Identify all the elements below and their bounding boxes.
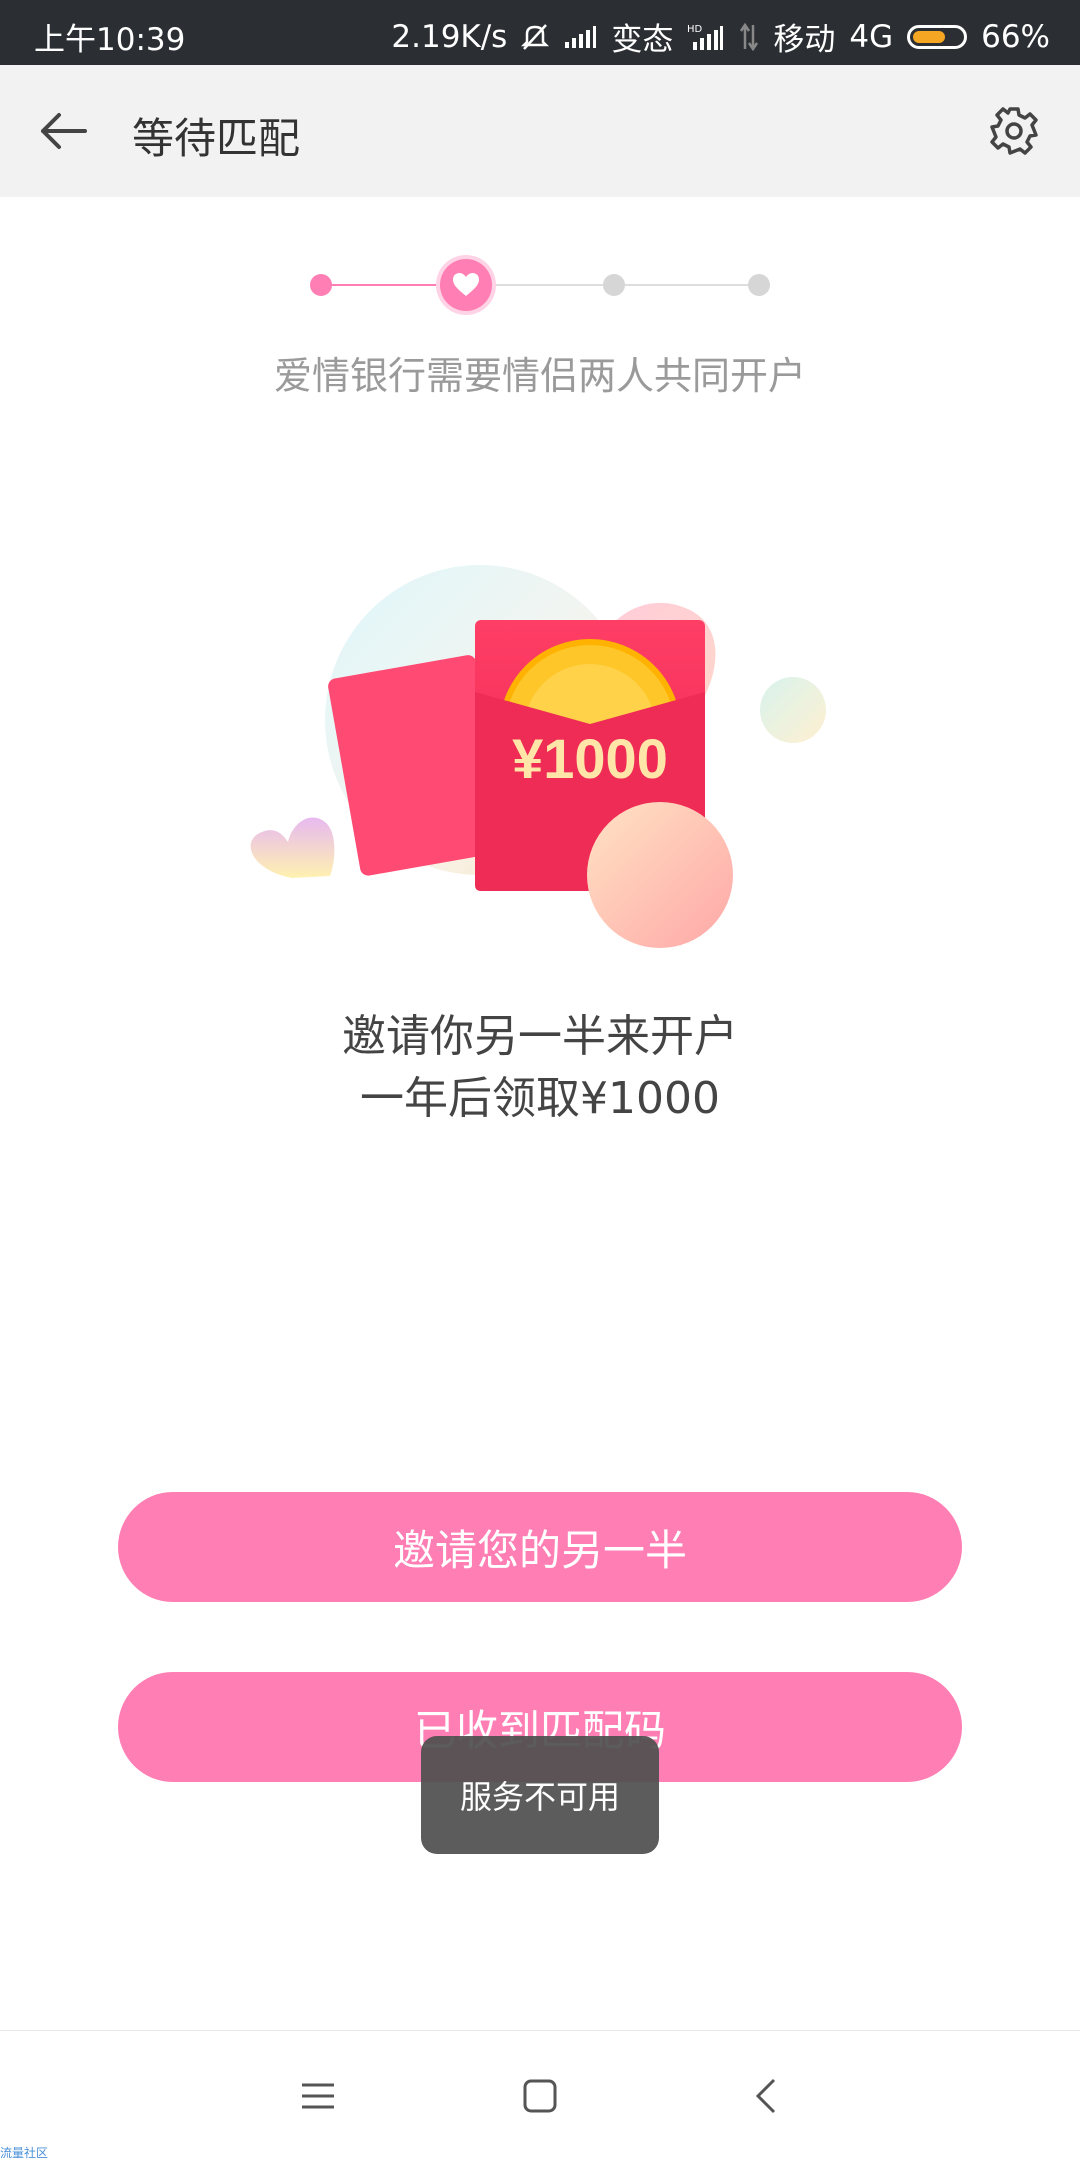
promo-line-1: 邀请你另一半来开户 bbox=[342, 1011, 738, 1062]
invite-partner-button[interactable]: 邀请您的另一半 bbox=[118, 1492, 962, 1602]
menu-button[interactable] bbox=[288, 2066, 348, 2126]
progress-stepper bbox=[300, 255, 780, 315]
battery-icon bbox=[907, 24, 968, 49]
hd-signal-icon: HD bbox=[687, 22, 725, 52]
small-pastel-circle bbox=[760, 677, 826, 743]
status-time: 上午10:39 bbox=[34, 22, 186, 58]
step-dot-current bbox=[440, 259, 492, 311]
gear-icon bbox=[990, 107, 1038, 155]
step-dot-4 bbox=[748, 274, 770, 296]
envelope-amount: ¥1000 bbox=[512, 727, 668, 790]
settings-button[interactable] bbox=[984, 101, 1044, 161]
red-envelope-illustration: ¥1000 bbox=[250, 520, 840, 960]
status-indicators: 2.19K/s 变态 HD 移动 4G 66% bbox=[391, 14, 1050, 59]
battery-fill bbox=[913, 30, 946, 43]
menu-icon bbox=[302, 2083, 334, 2109]
carrier-name: 移动 bbox=[773, 22, 836, 58]
promo-line-2: 一年后领取¥1000 bbox=[360, 1073, 720, 1124]
small-heart-shape bbox=[250, 817, 335, 878]
back-button[interactable] bbox=[34, 103, 94, 159]
network-type: 4G bbox=[849, 18, 894, 55]
home-button[interactable] bbox=[510, 2066, 570, 2126]
heart-icon bbox=[453, 273, 479, 296]
nav-back-button[interactable] bbox=[736, 2066, 796, 2126]
svg-text:HD: HD bbox=[687, 24, 703, 35]
subtitle: 爱情银行需要情侣两人共同开户 bbox=[273, 354, 806, 398]
toast-message: 服务不可用 bbox=[421, 1736, 659, 1854]
back-chevron-icon bbox=[755, 2078, 776, 2114]
status-bar: 上午10:39 2.19K/s 变态 HD 移动 4G 66% bbox=[0, 0, 1080, 65]
step-dot-1 bbox=[310, 274, 332, 296]
data-arrows-icon bbox=[739, 22, 759, 51]
arrow-left-icon bbox=[41, 113, 87, 149]
app-header: 等待匹配 bbox=[0, 65, 1080, 197]
system-nav-bar bbox=[0, 2030, 1080, 2161]
watermark: 流量社区 bbox=[0, 2146, 49, 2160]
step-dot-3 bbox=[603, 274, 625, 296]
page-title: 等待匹配 bbox=[132, 114, 301, 163]
net-speed: 2.19K/s bbox=[391, 18, 508, 55]
signal-icon bbox=[563, 24, 597, 50]
mute-bell-icon bbox=[521, 22, 550, 52]
peach-ball bbox=[587, 802, 733, 948]
battery-percent: 66% bbox=[981, 18, 1050, 55]
home-square-icon bbox=[523, 2079, 557, 2113]
volte-label: 变态 bbox=[611, 22, 674, 58]
